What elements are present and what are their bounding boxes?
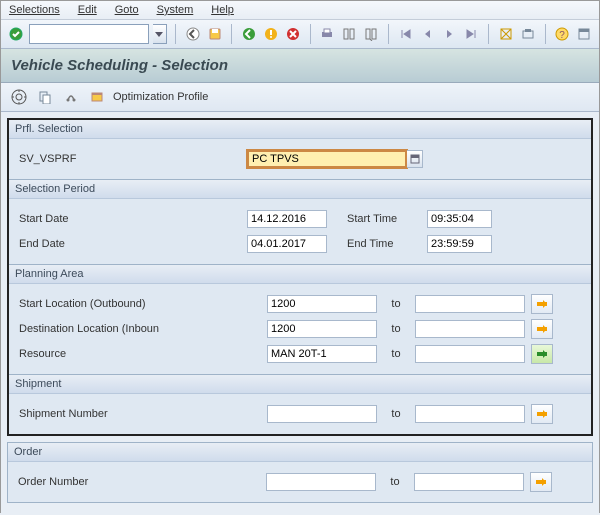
layout-icon[interactable] [575, 24, 593, 44]
start-time-label: Start Time [347, 213, 427, 225]
prev-page-icon[interactable] [419, 24, 437, 44]
start-location-low-input[interactable] [267, 295, 377, 313]
optimization-profile-icon[interactable] [87, 87, 107, 107]
start-location-multi-icon[interactable] [531, 294, 553, 314]
resource-multi-icon[interactable] [531, 344, 553, 364]
end-date-input[interactable] [247, 235, 327, 253]
enter-icon[interactable] [7, 24, 25, 44]
get-variant-icon[interactable] [35, 87, 55, 107]
save-icon[interactable] [206, 24, 224, 44]
shipment-low-input[interactable] [267, 405, 377, 423]
group-title-order: Order [8, 443, 592, 462]
to-label: to [383, 348, 409, 360]
cancel-icon[interactable] [284, 24, 302, 44]
help-icon[interactable]: ? [553, 24, 571, 44]
menubar: Selections Edit Goto System Help [1, 1, 599, 20]
command-field[interactable] [29, 24, 149, 44]
print-icon[interactable] [319, 24, 337, 44]
to-label: to [382, 476, 408, 488]
to-label: to [383, 408, 409, 420]
group-title-shipment: Shipment [9, 375, 591, 394]
menu-selections[interactable]: Selections [9, 4, 60, 16]
separator [388, 24, 389, 44]
menu-edit[interactable]: Edit [78, 4, 97, 16]
back-green-icon[interactable] [240, 24, 258, 44]
separator [231, 24, 232, 44]
standard-toolbar: ? [1, 20, 599, 49]
group-planning-area: Planning Area Start Location (Outbound) … [9, 265, 591, 375]
end-time-input[interactable] [427, 235, 492, 253]
group-title-prfl: Prfl. Selection [9, 120, 591, 139]
dest-location-low-input[interactable] [267, 320, 377, 338]
start-location-label: Start Location (Outbound) [17, 298, 217, 310]
order-low-input[interactable] [266, 473, 376, 491]
resource-label: Resource [17, 348, 217, 360]
resource-high-input[interactable] [415, 345, 525, 363]
group-order: Order Order Number to [7, 442, 593, 503]
svg-text:?: ? [559, 30, 565, 41]
separator [545, 24, 546, 44]
next-page-icon[interactable] [440, 24, 458, 44]
selection-options-icon[interactable] [61, 87, 81, 107]
app-toolbar: Optimization Profile [1, 83, 599, 112]
group-shipment: Shipment Shipment Number to [9, 375, 591, 434]
start-location-high-input[interactable] [415, 295, 525, 313]
order-multi-icon[interactable] [530, 472, 552, 492]
back-icon[interactable] [184, 24, 202, 44]
separator [488, 24, 489, 44]
resource-low-input[interactable] [267, 345, 377, 363]
content-area: Prfl. Selection SV_VSPRF Selection Perio… [1, 112, 599, 515]
dest-location-high-input[interactable] [415, 320, 525, 338]
start-date-input[interactable] [247, 210, 327, 228]
group-prfl-selection: Prfl. Selection SV_VSPRF [9, 120, 591, 180]
menu-help[interactable]: Help [211, 4, 234, 16]
sv-vsprf-input[interactable] [247, 150, 407, 168]
order-number-label: Order Number [16, 476, 216, 488]
exit-icon[interactable] [262, 24, 280, 44]
command-dropdown-icon[interactable] [153, 24, 167, 44]
start-date-label: Start Date [17, 213, 197, 225]
new-session-icon[interactable] [497, 24, 515, 44]
find-icon[interactable] [340, 24, 358, 44]
shortcut-icon[interactable] [519, 24, 537, 44]
sv-vsprf-label: SV_VSPRF [17, 153, 197, 165]
menu-system[interactable]: System [157, 4, 194, 16]
group-title-period: Selection Period [9, 180, 591, 199]
execute-icon[interactable] [9, 87, 29, 107]
to-label: to [383, 298, 409, 310]
page-title: Vehicle Scheduling - Selection [1, 49, 599, 83]
group-title-planning: Planning Area [9, 265, 591, 284]
end-time-label: End Time [347, 238, 427, 250]
last-page-icon[interactable] [462, 24, 480, 44]
find-next-icon[interactable] [362, 24, 380, 44]
to-label: to [383, 323, 409, 335]
group-selection-period: Selection Period Start Date Start Time E… [9, 180, 591, 265]
order-high-input[interactable] [414, 473, 524, 491]
dest-location-multi-icon[interactable] [531, 319, 553, 339]
shipment-multi-icon[interactable] [531, 404, 553, 424]
menu-goto[interactable]: Goto [115, 4, 139, 16]
separator [310, 24, 311, 44]
separator [175, 24, 176, 44]
optimization-profile-label[interactable]: Optimization Profile [113, 91, 208, 103]
dest-location-label: Destination Location (Inboun [17, 323, 217, 335]
first-page-icon[interactable] [397, 24, 415, 44]
end-date-label: End Date [17, 238, 197, 250]
highlighted-selection-box: Prfl. Selection SV_VSPRF Selection Perio… [7, 118, 593, 436]
shipment-high-input[interactable] [415, 405, 525, 423]
shipment-number-label: Shipment Number [17, 408, 217, 420]
sv-vsprf-valuehelp-icon[interactable] [407, 150, 423, 168]
start-time-input[interactable] [427, 210, 492, 228]
